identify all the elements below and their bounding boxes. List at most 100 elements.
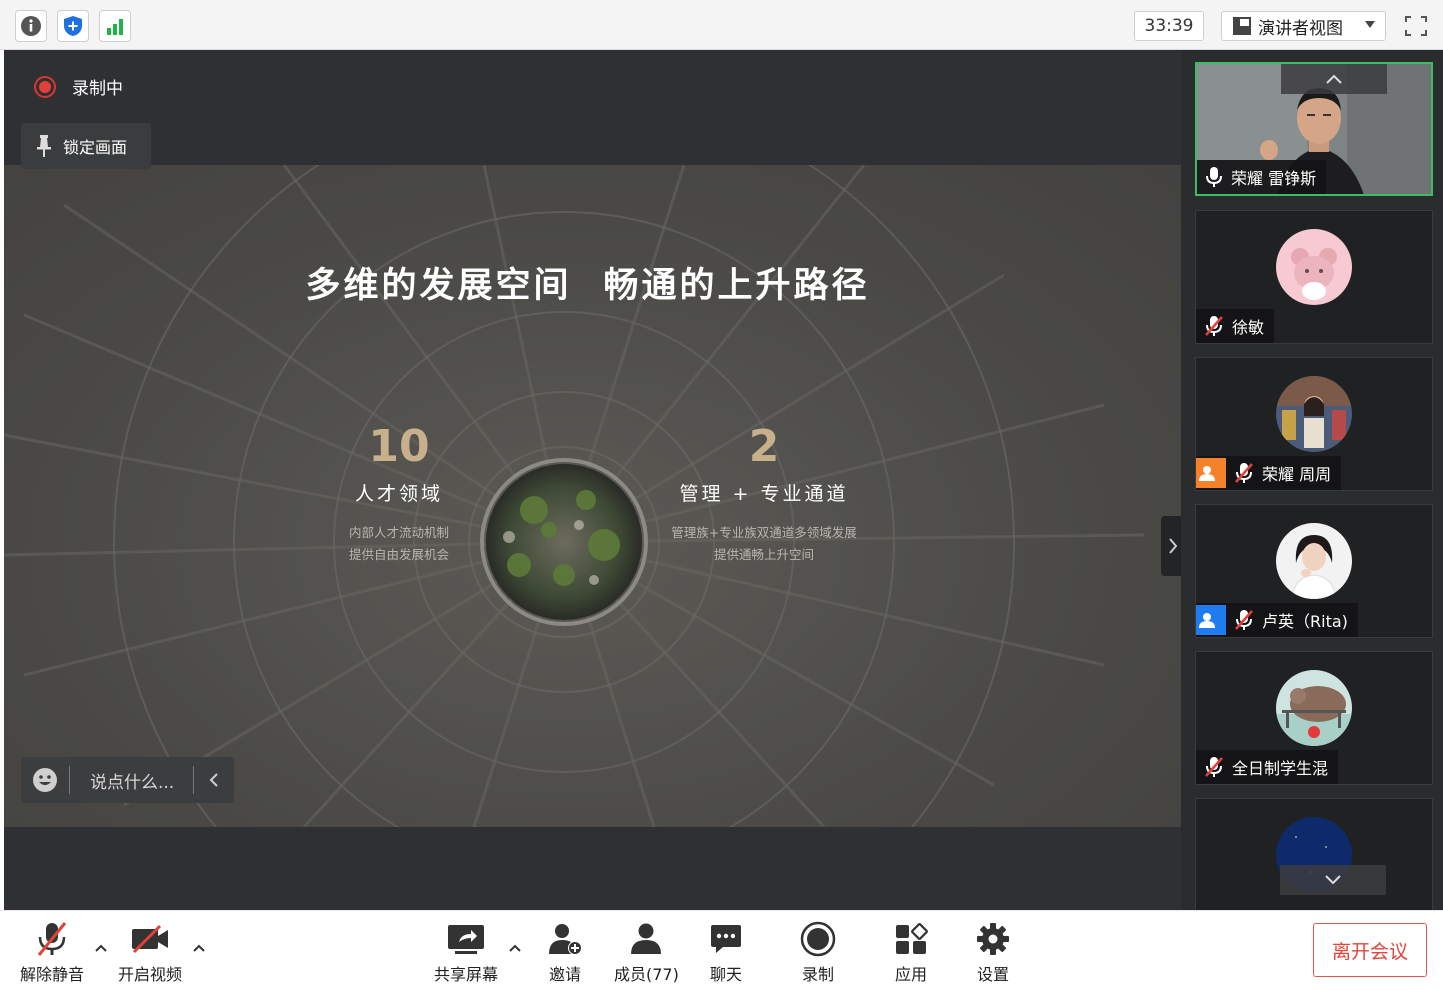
participant-nametag: 卢英（Rita) — [1196, 603, 1358, 637]
apps-icon — [894, 919, 928, 959]
record-icon — [800, 919, 836, 959]
collapse-panel-button[interactable] — [1161, 516, 1181, 576]
recording-label: 录制中 — [72, 79, 123, 99]
chat-button[interactable]: 聊天 — [709, 919, 743, 985]
meeting-timer: 33:39 — [1134, 11, 1204, 41]
chat-label: 聊天 — [709, 965, 742, 984]
invite-label: 邀请 — [548, 965, 581, 984]
shield-icon[interactable] — [57, 10, 89, 42]
participant-tile[interactable]: 荣耀 雷铮斯 — [1195, 62, 1433, 196]
chevron-up-icon[interactable] — [508, 943, 522, 953]
stat-career-tracks: 2 管理 + 专业通道 管理族+专业族双通道多领域发展 提供通畅上升空间 — [624, 423, 904, 566]
microphone-icon — [1206, 167, 1222, 187]
stat-talent-fields: 10 人才领域 内部人才流动机制 提供自由发展机会 — [269, 423, 529, 566]
chat-placeholder[interactable]: 说点什么... — [70, 768, 193, 793]
participant-nametag: 全日制学生混 — [1196, 750, 1339, 784]
unmute-button[interactable]: 解除静音 — [20, 919, 84, 985]
start-video-label: 开启视频 — [118, 965, 183, 984]
chevron-down-icon — [1365, 21, 1375, 28]
apps-label: 应用 — [894, 965, 927, 984]
share-screen-label: 共享屏幕 — [434, 965, 499, 984]
cohost-user-icon — [1196, 605, 1226, 635]
stat-desc-line: 提供通畅上升空间 — [713, 547, 814, 562]
fullscreen-icon[interactable] — [1400, 12, 1432, 40]
slide-title-right: 畅通的上升路径 — [603, 266, 870, 306]
invite-button[interactable]: 邀请 — [547, 919, 583, 985]
scroll-down-button[interactable] — [1280, 865, 1386, 895]
video-off-icon — [130, 919, 170, 959]
stat-desc-line: 提供自由发展机会 — [348, 547, 449, 562]
microphone-muted-icon — [1235, 610, 1253, 630]
chat-icon — [709, 919, 743, 959]
apps-button[interactable]: 应用 — [894, 919, 928, 985]
avatar — [1276, 229, 1352, 305]
share-screen-icon — [447, 919, 485, 959]
microphone-muted-icon — [1205, 757, 1223, 777]
pin-icon — [37, 135, 51, 157]
microphone-muted-icon — [1205, 316, 1223, 336]
meeting-toolbar: 解除静音 开启视频 共享屏幕 邀请 成员(77) 聊天 录制 应用 设置 离开会… — [0, 910, 1443, 991]
settings-label: 设置 — [976, 965, 1009, 984]
stat-description: 管理族+专业族双通道多领域发展 提供通畅上升空间 — [624, 522, 904, 566]
speaker-view-icon — [1233, 17, 1251, 35]
slide-title-left: 多维的发展空间 — [305, 266, 572, 306]
lock-view-button[interactable]: 锁定画面 — [21, 123, 151, 169]
gear-icon — [976, 919, 1010, 959]
chevron-up-icon[interactable] — [192, 943, 206, 953]
emoji-icon[interactable] — [21, 767, 69, 793]
host-user-icon — [1196, 458, 1226, 488]
start-video-button[interactable]: 开启视频 — [118, 919, 182, 985]
participant-nametag: 徐敏 — [1196, 309, 1275, 343]
add-user-icon — [547, 919, 583, 959]
stat-name: 管理 + 专业通道 — [679, 483, 849, 505]
chevron-left-icon[interactable] — [194, 772, 234, 788]
record-button[interactable]: 录制 — [800, 919, 836, 985]
stat-name: 人才领域 — [354, 483, 443, 505]
participant-name: 荣耀 雷铮斯 — [1231, 169, 1317, 188]
participant-tile[interactable] — [1195, 798, 1433, 910]
chevron-up-icon[interactable] — [94, 943, 108, 953]
lock-view-label: 锁定画面 — [63, 138, 128, 157]
stat-description: 内部人才流动机制 提供自由发展机会 — [269, 522, 529, 566]
participant-tile[interactable]: 卢英（Rita) — [1195, 504, 1433, 638]
participant-name: 全日制学生混 — [1232, 759, 1329, 778]
record-label: 录制 — [801, 965, 834, 984]
members-icon — [629, 919, 663, 959]
stat-desc-line: 内部人才流动机制 — [348, 525, 449, 540]
participant-panel: 荣耀 雷铮斯 徐敏 荣耀 周周 卢英（Rita) 全日制学生混 — [1181, 50, 1443, 910]
microphone-muted-icon — [1235, 463, 1253, 483]
participant-tile[interactable]: 全日制学生混 — [1195, 651, 1433, 785]
view-mode-select[interactable]: 演讲者视图 — [1221, 11, 1386, 41]
slide-title: 多维的发展空间 畅通的上升路径 — [4, 257, 1181, 308]
chat-input-bar[interactable]: 说点什么... — [21, 757, 234, 803]
avatar — [1276, 670, 1352, 746]
chevron-up-icon — [1326, 74, 1342, 84]
participant-name: 徐敏 — [1232, 318, 1265, 337]
info-icon[interactable] — [15, 10, 47, 42]
record-dot-icon — [34, 75, 56, 98]
chevron-right-icon — [1169, 538, 1178, 554]
signal-icon[interactable] — [99, 10, 131, 42]
share-screen-button[interactable]: 共享屏幕 — [434, 919, 498, 985]
unmute-label: 解除静音 — [20, 965, 85, 984]
leave-meeting-button[interactable]: 离开会议 — [1313, 923, 1427, 977]
shared-screen-stage: 多维的发展空间 畅通的上升路径 10 人才领域 内部人才流动机制 提供自由发展机会… — [4, 50, 1181, 910]
recording-indicator: 录制中 — [34, 74, 123, 99]
stat-number: 10 — [368, 421, 430, 472]
stat-desc-line: 管理族+专业族双通道多领域发展 — [671, 525, 857, 540]
top-bar: 33:39 演讲者视图 — [0, 0, 1443, 50]
members-button[interactable]: 成员(77) — [614, 919, 679, 985]
avatar — [1276, 376, 1352, 452]
participant-tile[interactable]: 徐敏 — [1195, 210, 1433, 344]
chevron-down-icon — [1325, 875, 1341, 885]
view-mode-label: 演讲者视图 — [1258, 18, 1343, 39]
participant-nametag: 荣耀 雷铮斯 — [1197, 160, 1327, 194]
avatar — [1276, 523, 1352, 599]
participant-name: 卢英（Rita) — [1262, 612, 1348, 631]
settings-button[interactable]: 设置 — [976, 919, 1010, 985]
members-label: 成员(77) — [614, 965, 679, 984]
participant-nametag: 荣耀 周周 — [1196, 456, 1342, 490]
scroll-up-button[interactable] — [1281, 64, 1387, 94]
participant-tile[interactable]: 荣耀 周周 — [1195, 357, 1433, 491]
stat-number: 2 — [748, 421, 780, 472]
